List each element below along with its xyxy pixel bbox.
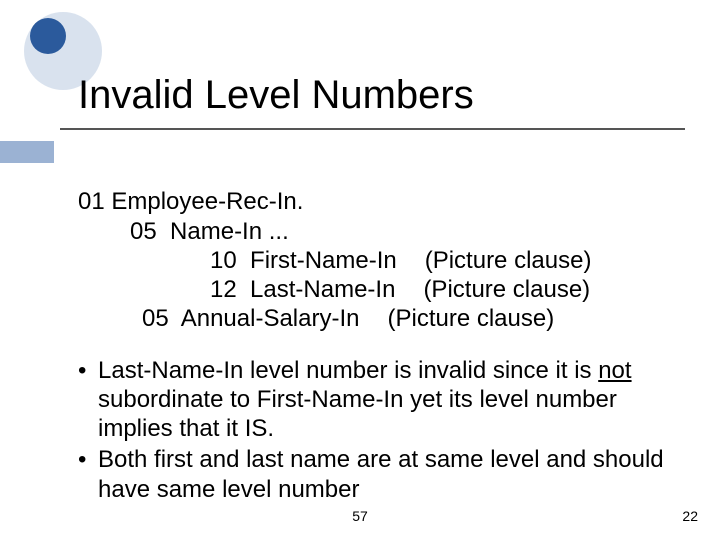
code-l2-name: Name-In ... <box>170 218 289 245</box>
code-l5-lvl: 05 <box>142 305 169 332</box>
body-content: 01 Employee-Rec-In. 05 Name-In ... 10 Fi… <box>78 158 678 506</box>
bullet-dot-icon: • <box>78 445 98 504</box>
code-l4-name: Last-Name-In <box>250 276 395 303</box>
code-l4-pic: (Picture clause) <box>423 276 590 303</box>
decor-circle-inner <box>30 18 66 54</box>
bullet-dot-icon: • <box>78 356 98 444</box>
code-l5-pic: (Picture clause) <box>387 305 554 332</box>
bullet-1-not: not <box>598 357 631 384</box>
bullet-1-part-b: subordinate to First-Name-In yet its lev… <box>98 386 617 442</box>
code-l3-lvl: 10 <box>210 247 237 274</box>
code-l4-lvl: 12 <box>210 276 237 303</box>
code-block: 01 Employee-Rec-In. 05 Name-In ... 10 Fi… <box>78 158 678 334</box>
page-title: Invalid Level Numbers <box>78 73 474 118</box>
bullet-1-part-a: Last-Name-In level number is invalid sin… <box>98 357 598 384</box>
code-l3-pic: (Picture clause) <box>425 247 592 274</box>
bullet-2-text: Both first and last name are at same lev… <box>98 445 666 504</box>
title-underline <box>60 128 685 130</box>
code-l5-name: Annual-Salary-In <box>181 305 360 332</box>
code-l2-lvl: 05 <box>130 218 157 245</box>
code-l3-name: First-Name-In <box>250 247 397 274</box>
list-item: • Both first and last name are at same l… <box>78 445 666 504</box>
code-line-1: 01 Employee-Rec-In. <box>78 188 303 215</box>
footer-page-right: 22 <box>682 508 698 524</box>
bullet-list: • Last-Name-In level number is invalid s… <box>78 356 678 504</box>
slide: Invalid Level Numbers 01 Employee-Rec-In… <box>0 0 720 540</box>
decor-side-bar <box>0 141 54 163</box>
list-item: • Last-Name-In level number is invalid s… <box>78 356 666 444</box>
bullet-1-text: Last-Name-In level number is invalid sin… <box>98 356 666 444</box>
footer-page-center: 57 <box>0 508 720 524</box>
